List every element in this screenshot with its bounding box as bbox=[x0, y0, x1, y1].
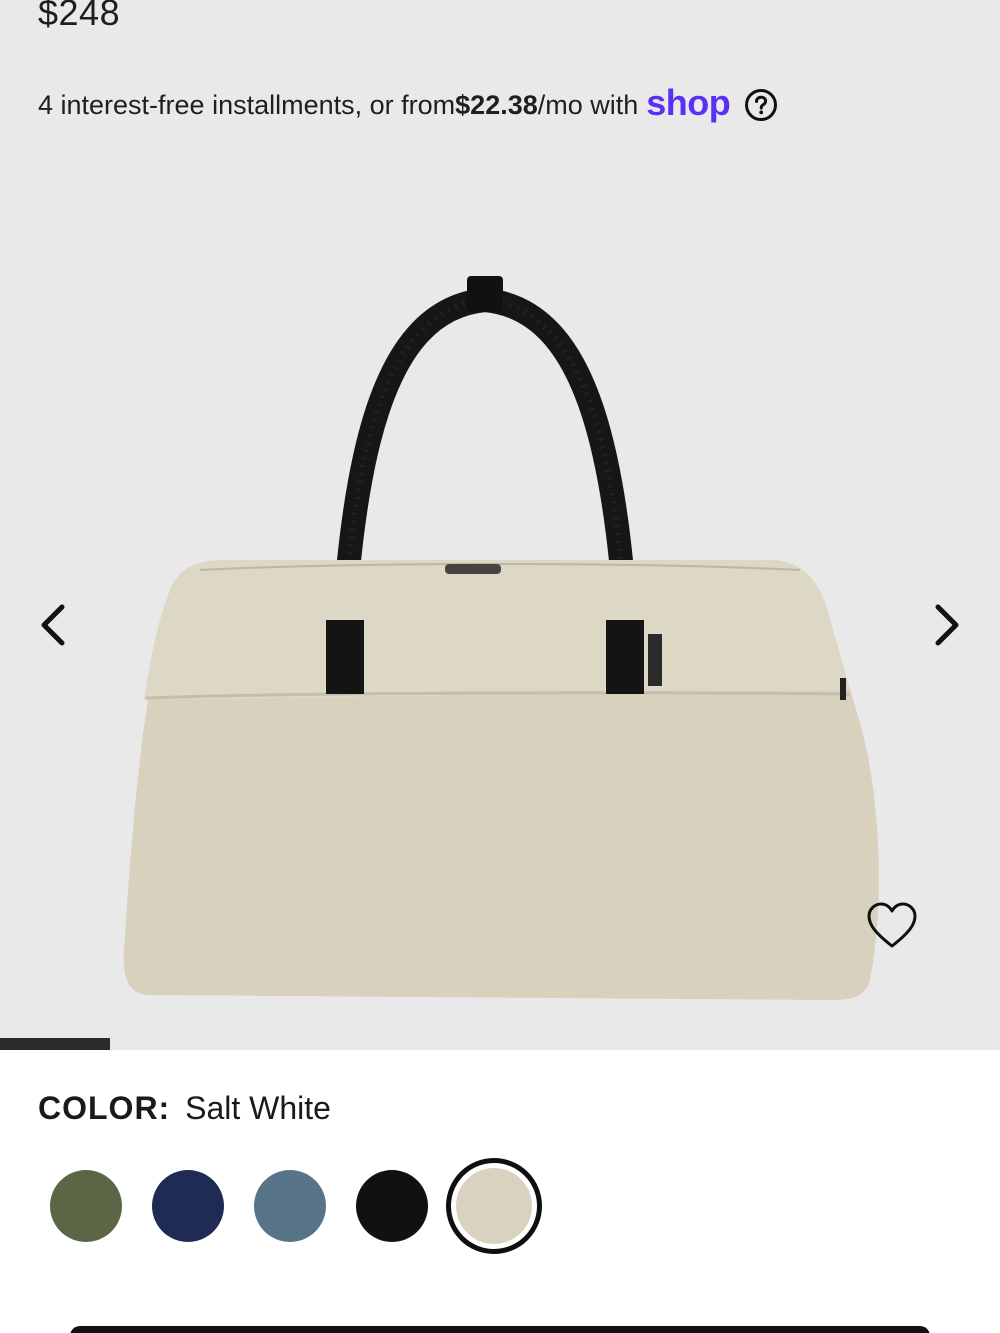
color-swatch[interactable] bbox=[356, 1170, 428, 1242]
shop-pay-logo: shop bbox=[646, 82, 731, 123]
product-image bbox=[110, 260, 890, 1020]
gallery-prev-button[interactable] bbox=[30, 600, 80, 650]
heart-icon bbox=[867, 902, 917, 948]
color-swatch[interactable] bbox=[152, 1170, 224, 1242]
color-label-heading: COLOR: bbox=[38, 1090, 171, 1126]
color-swatch-fill bbox=[456, 1168, 532, 1244]
color-selection-label: COLOR: Salt White bbox=[38, 1090, 331, 1127]
product-price: $248 bbox=[38, 0, 121, 33]
chevron-right-icon bbox=[935, 604, 959, 646]
gallery-progress-bar bbox=[0, 1038, 1000, 1050]
chevron-left-icon bbox=[41, 604, 65, 646]
color-swatch[interactable] bbox=[50, 1170, 122, 1242]
gallery-progress-fill bbox=[0, 1038, 110, 1050]
installments-suffix: /mo with bbox=[537, 89, 639, 120]
color-selected-name: Salt White bbox=[185, 1090, 331, 1126]
color-swatch[interactable] bbox=[254, 1170, 326, 1242]
product-gallery: $248 4 interest-free installments, or fr… bbox=[0, 0, 1000, 1050]
wishlist-button[interactable] bbox=[866, 902, 918, 950]
installments-message: 4 interest-free installments, or from $2… bbox=[38, 82, 778, 126]
add-to-cart-button[interactable] bbox=[70, 1326, 930, 1333]
question-circle-icon[interactable] bbox=[744, 88, 778, 122]
installments-amount: $22.38 bbox=[455, 89, 538, 120]
color-swatch[interactable] bbox=[446, 1158, 542, 1254]
installments-prefix: 4 interest-free installments, or from bbox=[38, 89, 456, 120]
color-swatches bbox=[50, 1158, 572, 1254]
gallery-next-button[interactable] bbox=[920, 600, 970, 650]
